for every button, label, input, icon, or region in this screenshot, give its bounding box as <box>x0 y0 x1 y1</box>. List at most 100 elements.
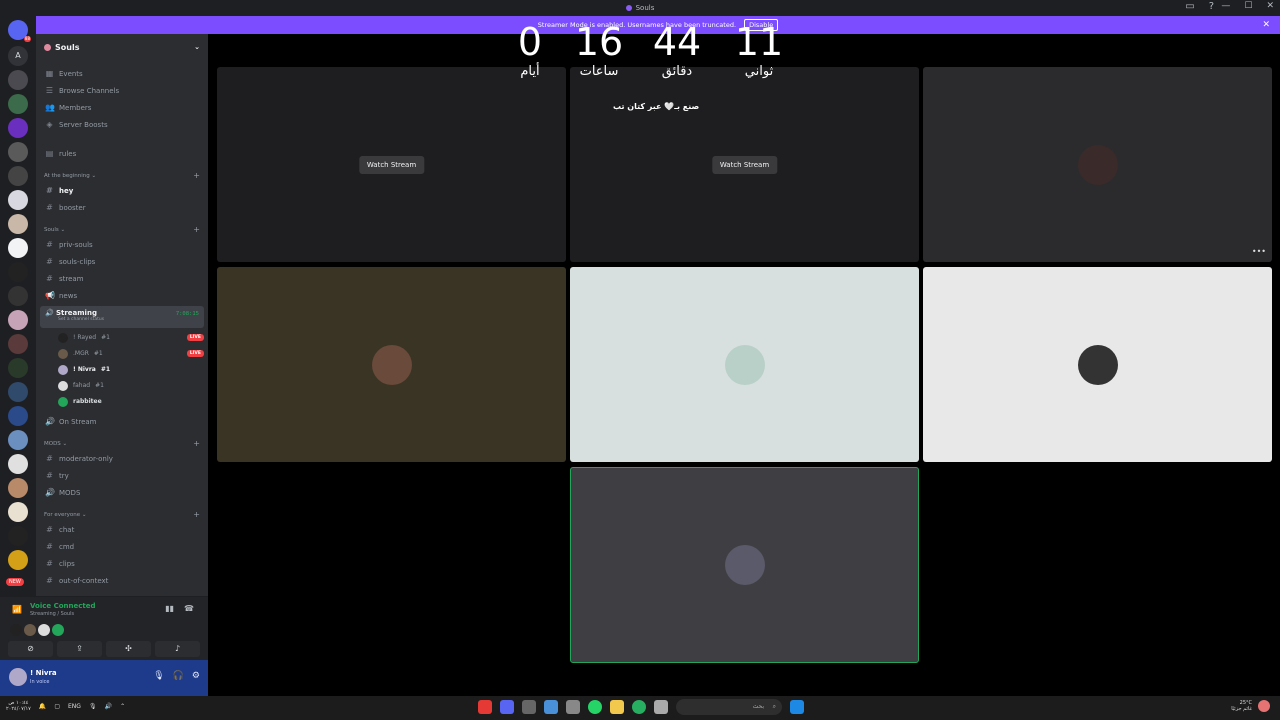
server-icon[interactable] <box>8 334 28 354</box>
close-banner-icon[interactable]: ✕ <box>1262 16 1270 34</box>
file-explorer-app-icon[interactable] <box>610 700 624 714</box>
maximize-button[interactable]: ☐ <box>1244 1 1252 11</box>
server-icon[interactable] <box>8 214 28 234</box>
participant-tile[interactable] <box>570 267 919 462</box>
server-icon[interactable] <box>8 502 28 522</box>
gear-icon[interactable]: ⚙ <box>192 671 200 681</box>
server-icon[interactable] <box>8 142 28 162</box>
add-channel-icon[interactable]: + <box>193 440 200 448</box>
tray-overflow-icon[interactable]: ⌃ <box>120 703 125 710</box>
voice-channel-on-stream[interactable]: 🔊 On Stream <box>40 414 204 429</box>
watch-stream-button[interactable]: Watch Stream <box>358 155 425 174</box>
channel-stream[interactable]: # stream <box>40 271 204 286</box>
voice-user[interactable]: ! Rayed #1 LIVE <box>58 330 204 345</box>
copilot-icon[interactable]: ▢ <box>54 703 60 710</box>
whatsapp-app-icon[interactable] <box>588 700 602 714</box>
channel-booster[interactable]: # booster <box>40 200 204 215</box>
server-icon[interactable] <box>8 550 28 570</box>
voice-channel-mods[interactable]: 🔊 MODS <box>40 485 204 500</box>
stream-tile[interactable]: Watch Stream <box>570 67 919 262</box>
store-app-icon[interactable] <box>566 700 580 714</box>
channel-cmd[interactable]: # cmd <box>40 539 204 554</box>
browse-channels-item[interactable]: ☰ Browse Channels <box>40 83 204 98</box>
server-header[interactable]: Souls ⌄ <box>36 34 208 60</box>
channel-rules[interactable]: ▤ rules <box>40 146 204 161</box>
taskbar-search-input[interactable]: بحث ⌕ <box>676 699 782 715</box>
add-channel-icon[interactable]: + <box>193 172 200 180</box>
help-icon[interactable]: ? <box>1209 1 1214 12</box>
server-icon[interactable] <box>8 430 28 450</box>
chrome-app-icon[interactable] <box>478 700 492 714</box>
category-beginning[interactable]: At the beginning ⌄ + <box>44 172 200 180</box>
members-item[interactable]: 👥 Members <box>40 100 204 115</box>
weather-widget[interactable]: 25°C غائم جزئيًا <box>1231 700 1270 712</box>
more-options-icon[interactable]: ••• <box>1252 247 1266 256</box>
stream-tile[interactable]: Watch Stream <box>217 67 566 262</box>
participant-tile-speaking[interactable] <box>570 467 919 663</box>
participant-tile[interactable] <box>217 267 566 462</box>
server-icon[interactable] <box>8 70 28 90</box>
voice-user[interactable]: ! Nivra #1 <box>58 362 204 377</box>
server-icon[interactable] <box>8 94 28 114</box>
channel-news[interactable]: 📢 news <box>40 288 204 303</box>
watch-stream-button[interactable]: Watch Stream <box>711 155 778 174</box>
server-icon[interactable] <box>8 310 28 330</box>
minimize-button[interactable]: — <box>1221 1 1230 11</box>
home-button[interactable]: 88 <box>8 20 31 42</box>
server-icon-a[interactable]: A <box>8 46 28 66</box>
server-icon[interactable] <box>8 382 28 402</box>
server-icon[interactable] <box>8 526 28 546</box>
voice-user[interactable]: .MGR #1 LIVE <box>58 346 204 361</box>
inbox-icon[interactable]: ▭ <box>1185 1 1194 12</box>
category-everyone[interactable]: For everyone ⌄ + <box>44 511 200 519</box>
user-name[interactable]: ! Nivra <box>30 669 57 677</box>
add-channel-icon[interactable]: + <box>193 511 200 519</box>
server-icon[interactable] <box>8 118 28 138</box>
server-icon[interactable] <box>8 238 28 258</box>
close-window-button[interactable]: ✕ <box>1266 1 1274 11</box>
server-icon[interactable] <box>8 478 28 498</box>
notification-icon[interactable]: 🔔 <box>39 703 46 710</box>
add-channel-icon[interactable]: + <box>193 226 200 234</box>
app-icon[interactable] <box>632 700 646 714</box>
channel-moderator-only[interactable]: # moderator-only <box>40 451 204 466</box>
app-icon[interactable] <box>654 700 668 714</box>
taskbar-clock[interactable]: ١٠:٤٤ ص ٢٠٢٤/٠٧/١٧ <box>6 700 31 712</box>
voice-user[interactable]: fahad #1 <box>58 378 204 393</box>
activities-button[interactable]: ✣ <box>106 641 151 657</box>
volume-icon[interactable]: 🔊 <box>105 703 112 710</box>
participant-tile[interactable] <box>923 267 1272 462</box>
voice-connected-subtitle[interactable]: Streaming / Souls <box>30 611 74 617</box>
language-indicator[interactable]: ENG <box>68 703 81 710</box>
microphone-tray-icon[interactable]: 🎙 <box>89 703 97 710</box>
participant-tile[interactable]: ••• <box>923 67 1272 262</box>
channel-clips[interactable]: # clips <box>40 556 204 571</box>
channel-chat[interactable]: # chat <box>40 522 204 537</box>
server-icon[interactable] <box>8 190 28 210</box>
server-icon[interactable] <box>8 406 28 426</box>
soundboard-button[interactable]: ♪ <box>155 641 200 657</box>
headphones-icon[interactable]: 🎧 <box>173 671 184 681</box>
category-mods[interactable]: MODS ⌄ + <box>44 440 200 448</box>
channel-try[interactable]: # try <box>40 468 204 483</box>
server-icon[interactable] <box>8 262 28 282</box>
discord-app-icon[interactable] <box>500 700 514 714</box>
microphone-icon[interactable]: 🎙 <box>153 671 164 681</box>
server-boosts-item[interactable]: ◈ Server Boosts <box>40 117 204 132</box>
channel-status-text[interactable]: Set a channel status <box>58 317 199 322</box>
app-icon[interactable] <box>522 700 536 714</box>
channel-hey[interactable]: # hey <box>40 183 204 198</box>
channel-souls-clips[interactable]: # souls-clips <box>40 254 204 269</box>
channel-out-of-context[interactable]: # out-of-context <box>40 573 204 588</box>
share-screen-button[interactable]: ⇪ <box>57 641 102 657</box>
category-souls[interactable]: Souls ⌄ + <box>44 226 200 234</box>
disconnect-icon[interactable]: ☎ <box>184 604 194 613</box>
noise-suppression-icon[interactable]: ▮▮ <box>165 604 174 613</box>
voice-user[interactable]: rabbitee <box>58 394 204 409</box>
server-icon[interactable] <box>8 166 28 186</box>
voice-channel-streaming[interactable]: 🔊 Streaming Set a channel status 7:08:15 <box>40 306 204 328</box>
server-icon[interactable] <box>8 454 28 474</box>
start-button[interactable] <box>790 700 804 714</box>
server-icon[interactable] <box>8 358 28 378</box>
events-item[interactable]: ▦ Events <box>40 66 204 81</box>
